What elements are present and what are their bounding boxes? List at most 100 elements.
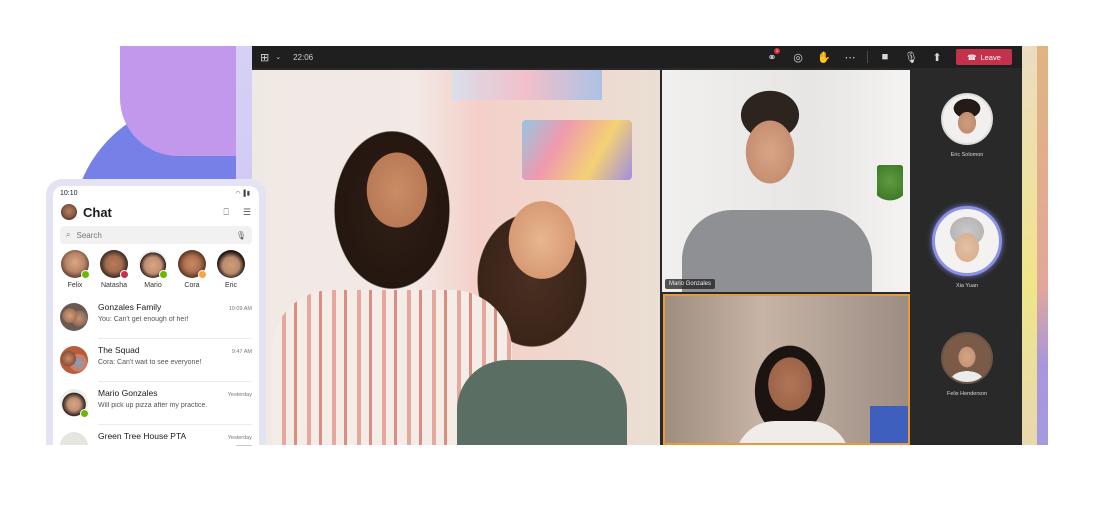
chat-time: 9:47 AM xyxy=(231,349,252,355)
plant xyxy=(877,165,903,205)
participant-name: Eric Solomon xyxy=(950,152,984,158)
participants-button[interactable]: ⚭ 1 xyxy=(759,46,785,68)
search-input[interactable] xyxy=(76,230,236,240)
search-icon: ⌕ xyxy=(66,230,71,239)
contact-natasha[interactable]: Natasha xyxy=(100,250,129,294)
group-avatar xyxy=(60,303,88,331)
participant-name-label: Mario Gonzales xyxy=(665,279,716,289)
blue-chair xyxy=(870,406,908,443)
contact-cora[interactable]: Cora xyxy=(178,250,207,294)
avatar xyxy=(941,332,993,384)
group-avatar xyxy=(60,432,88,445)
chat-button[interactable]: ◎ xyxy=(785,46,811,68)
contact-felix[interactable]: Felix xyxy=(61,250,90,294)
status-away-icon xyxy=(198,270,207,279)
contact-name: Mario xyxy=(144,282,162,289)
share-screen-icon: ⬆ xyxy=(932,51,942,64)
toolbar-divider xyxy=(867,51,868,63)
video-tile-active-speaker[interactable] xyxy=(663,294,910,445)
group-avatar xyxy=(60,346,88,374)
video-tile-main[interactable] xyxy=(252,70,660,445)
status-available-icon xyxy=(81,270,90,279)
chat-preview: Cora: Can't wait to see everyone! xyxy=(98,359,202,366)
chat-name: Gonzales Family xyxy=(98,302,162,312)
microphone-button[interactable]: 🎙︎ xyxy=(898,46,924,68)
avatar xyxy=(941,93,993,145)
phone-screen: 10:10 ◠▐▮ Chat ⎕ ☰ ⌕ 🎙︎ Felix xyxy=(53,186,259,445)
search-bar: ⌕ 🎙︎ xyxy=(60,226,252,244)
video-tile-mario[interactable]: Mario Gonzales xyxy=(662,70,910,292)
chat-list-item[interactable]: The Squad 9:47 AM Cora: Can't wait to se… xyxy=(53,339,259,382)
chat-header: Chat ⎕ ☰ xyxy=(53,198,259,222)
meet-now-icon[interactable]: ⎕ xyxy=(224,207,229,218)
status-available-icon xyxy=(159,270,168,279)
profile-avatar[interactable] xyxy=(61,204,77,220)
participant-rail: Eric Solomon Xia Yuan Felix Henderson xyxy=(912,70,1022,445)
filter-icon[interactable]: ☰ xyxy=(243,207,251,218)
video-camera-icon: ■ xyxy=(881,51,889,63)
contact-name: Cora xyxy=(184,282,200,289)
avatar xyxy=(60,389,89,418)
status-time: 10:10 xyxy=(60,190,78,197)
avatar xyxy=(100,250,129,279)
chat-name: Mario Gonzales xyxy=(98,388,158,398)
chat-time: Yesterday xyxy=(227,435,252,441)
meeting-clock: 22:06 xyxy=(293,52,314,62)
participant-name: Xia Yuan xyxy=(956,283,978,289)
contacts-row: Felix Natasha Mario Cora Eric xyxy=(53,244,259,294)
participants-badge: 1 xyxy=(774,48,780,54)
chat-preview: Will pick up pizza after my practice. xyxy=(98,402,208,409)
microphone-icon: 🎙︎ xyxy=(904,51,918,64)
share-button[interactable]: ⬆ xyxy=(924,46,950,68)
decorative-purple-shape xyxy=(120,46,250,156)
phone-hangup-icon: ☎ xyxy=(967,52,977,62)
rail-participant-xia[interactable]: Xia Yuan xyxy=(912,206,1022,289)
contact-mario[interactable]: Mario xyxy=(139,250,168,294)
background-artwork xyxy=(452,70,602,100)
rail-participant-eric[interactable]: Eric Solomon xyxy=(912,93,1022,158)
decorative-peach-strip xyxy=(1037,46,1048,445)
more-button[interactable]: ⋯ xyxy=(837,46,863,68)
chat-list-item[interactable]: Green Tree House PTA Yesterday xyxy=(53,425,259,445)
page-title: Chat xyxy=(83,204,112,220)
participant-name: Felix Henderson xyxy=(946,391,988,397)
avatar xyxy=(139,250,168,279)
chat-list-item[interactable]: Mario Gonzales Yesterday Will pick up pi… xyxy=(53,382,259,425)
chat-preview: You: Can't get enough of her! xyxy=(98,316,189,323)
ellipsis-icon: ⋯ xyxy=(844,51,856,64)
camera-button[interactable]: ■ xyxy=(872,46,898,68)
meeting-toolbar: ⊞ ⌄ 22:06 ⚭ 1 ◎ ✋ ⋯ ■ 🎙︎ ⬆ ☎ Leave xyxy=(252,46,1022,68)
contact-eric[interactable]: Eric xyxy=(217,250,245,294)
avatar xyxy=(217,250,245,278)
status-available-icon xyxy=(80,409,89,418)
chat-name: The Squad xyxy=(98,345,140,355)
chat-bubble-icon: ◎ xyxy=(793,51,803,64)
avatar xyxy=(61,250,90,279)
leave-button[interactable]: ☎ Leave xyxy=(956,49,1012,65)
leave-label: Leave xyxy=(980,52,1001,62)
phone-device: 10:10 ◠▐▮ Chat ⎕ ☰ ⌕ 🎙︎ Felix xyxy=(46,179,266,445)
raise-hand-button[interactable]: ✋ xyxy=(811,46,837,68)
status-bar: 10:10 ◠▐▮ xyxy=(53,186,259,198)
contact-name: Felix xyxy=(67,282,83,289)
chat-list-item[interactable]: Gonzales Family 10:09 AM You: Can't get … xyxy=(53,296,259,339)
meeting-window: ⊞ ⌄ 22:06 ⚭ 1 ◎ ✋ ⋯ ■ 🎙︎ ⬆ ☎ Leave Mario… xyxy=(252,46,1022,445)
chat-time: Yesterday xyxy=(227,392,252,398)
status-busy-icon xyxy=(120,270,129,279)
contact-name: Eric xyxy=(224,282,238,289)
decorative-yellow-strip xyxy=(1022,46,1037,445)
chat-time: 10:09 AM xyxy=(228,306,252,312)
contact-name: Natasha xyxy=(100,282,128,289)
avatar xyxy=(178,250,207,279)
white-top xyxy=(735,421,850,443)
child-overalls xyxy=(457,360,627,445)
rail-participant-felix[interactable]: Felix Henderson xyxy=(912,332,1022,397)
grid-layout-icon[interactable]: ⊞ xyxy=(260,51,269,64)
chat-list: Gonzales Family 10:09 AM You: Can't get … xyxy=(53,296,259,445)
microphone-icon[interactable]: 🎙︎ xyxy=(236,231,246,240)
background-painting xyxy=(522,120,632,180)
chevron-down-icon[interactable]: ⌄ xyxy=(275,53,281,61)
hand-icon: ✋ xyxy=(817,51,831,64)
signal-battery-icon: ◠▐▮ xyxy=(235,191,251,197)
avatar xyxy=(932,206,1002,276)
